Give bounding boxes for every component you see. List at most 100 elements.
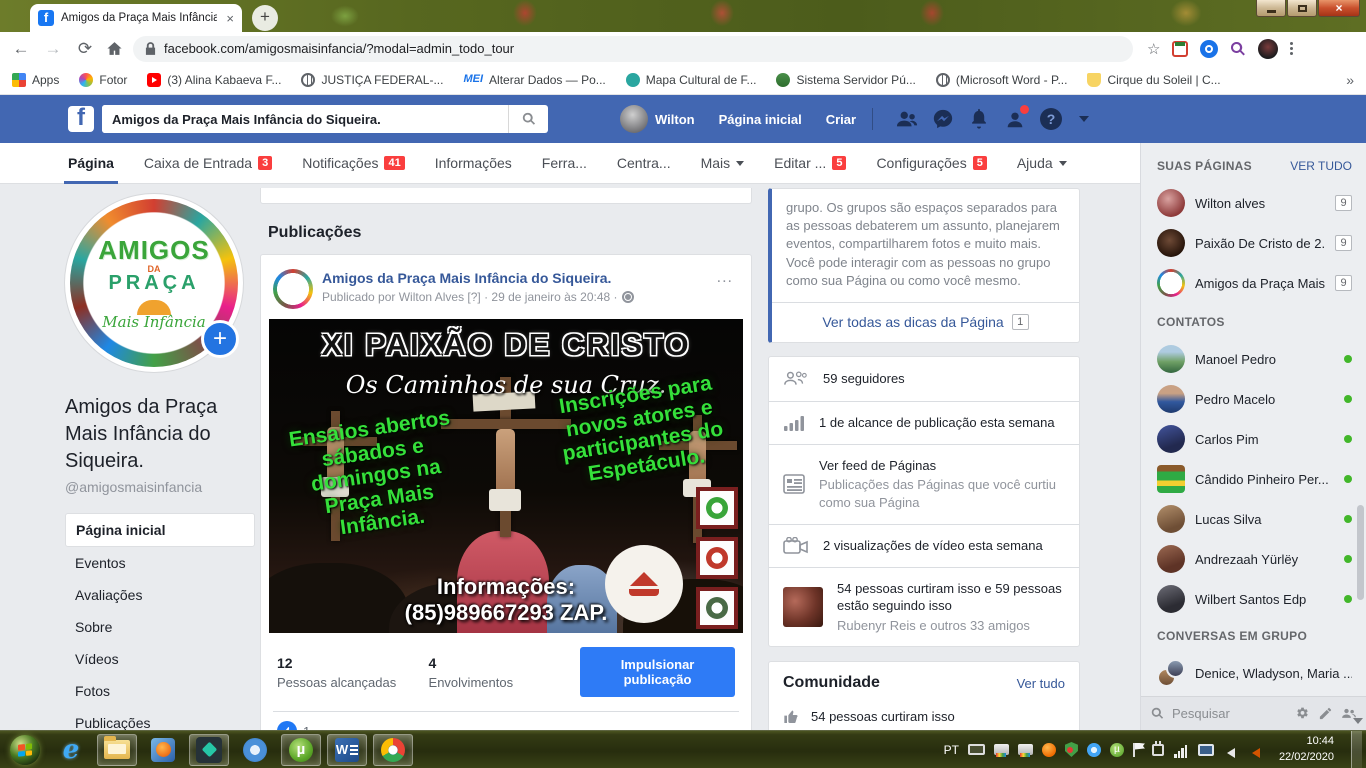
taskbar-filmora[interactable]: [189, 734, 229, 766]
reload-icon[interactable]: ⟳: [74, 39, 96, 59]
contact-item[interactable]: Andrezaah Yürlëy: [1141, 539, 1366, 579]
sidebar-item-sobre[interactable]: Sobre: [65, 611, 255, 643]
taskbar-utorrent[interactable]: µ: [281, 734, 321, 766]
close-button[interactable]: ×: [1318, 0, 1360, 17]
page-profile-picture[interactable]: AMIGOS DA PRAÇA Mais Infância +: [65, 194, 243, 372]
bookmark-fotor[interactable]: Fotor: [79, 73, 127, 87]
sidebar-item-publicacoes[interactable]: Publicações: [65, 707, 255, 730]
tab-pagina[interactable]: Página: [68, 143, 114, 183]
chromium-tray-icon[interactable]: [1087, 743, 1101, 757]
taskbar-internet-explorer[interactable]: e: [51, 734, 91, 766]
tab-mais[interactable]: Mais: [701, 143, 745, 183]
sidebar-page-item[interactable]: Wilton alves 9: [1141, 183, 1366, 223]
like-icon[interactable]: [277, 721, 297, 730]
profile-link[interactable]: Wilton: [620, 105, 695, 133]
utorrent-tray-icon[interactable]: µ: [1110, 743, 1124, 757]
volume-icon[interactable]: [1223, 742, 1239, 758]
taskbar-chromium[interactable]: [235, 734, 275, 766]
bookmarks-overflow-icon[interactable]: »: [1346, 72, 1354, 88]
sidebar-item-eventos[interactable]: Eventos: [65, 547, 255, 579]
post-author-name[interactable]: Amigos da Praça Mais Infância do Siqueir…: [322, 269, 634, 287]
browser-tab[interactable]: f Amigos da Praça Mais Infância d ×: [30, 4, 242, 32]
show-desktop-button[interactable]: [1351, 731, 1362, 768]
contact-item[interactable]: Manoel Pedro: [1141, 339, 1366, 379]
clock[interactable]: 10:44 22/02/2020: [1279, 734, 1334, 766]
likes-follows-row[interactable]: 54 pessoas curtiram isso e 59 pessoas es…: [769, 567, 1079, 647]
extension-icon[interactable]: [1172, 41, 1188, 57]
tab-caixa-de-entrada[interactable]: Caixa de Entrada3: [144, 143, 272, 183]
taskbar-word[interactable]: W: [327, 734, 367, 766]
sidebar-item-avaliacoes[interactable]: Avaliações: [65, 579, 255, 611]
video-views-row[interactable]: 2 visualizações de vídeo esta semana: [769, 524, 1079, 567]
contact-item[interactable]: Lucas Silva: [1141, 499, 1366, 539]
see-all-pages-link[interactable]: VER TUDO: [1290, 159, 1352, 173]
tab-editar[interactable]: Editar ...5: [774, 143, 846, 183]
facebook-search-button[interactable]: [508, 105, 548, 133]
bookmark-mapa[interactable]: Mapa Cultural de F...: [626, 73, 757, 87]
contact-item[interactable]: Wilbert Santos Edp: [1141, 579, 1366, 619]
forward-icon[interactable]: →: [42, 39, 64, 59]
start-button[interactable]: [10, 735, 40, 765]
sidebar-item-fotos[interactable]: Fotos: [65, 675, 255, 707]
keyboard-icon[interactable]: [968, 744, 985, 755]
new-message-icon[interactable]: [1318, 706, 1333, 721]
add-story-button[interactable]: +: [201, 320, 239, 358]
power-plug-icon[interactable]: [1152, 744, 1164, 756]
antivirus-shield-icon[interactable]: [1065, 742, 1078, 757]
display-icon[interactable]: [1198, 744, 1214, 756]
home-icon[interactable]: [106, 40, 123, 57]
tab-notificacoes[interactable]: Notificações41: [302, 143, 405, 183]
bookmark-sistema[interactable]: Sistema Servidor Pú...: [776, 73, 915, 87]
minimize-button[interactable]: [1256, 0, 1286, 17]
search-extension-icon[interactable]: [1200, 40, 1218, 58]
browser-menu-icon[interactable]: [1290, 42, 1293, 55]
group-conversation-item[interactable]: Denice, Wladyson, Maria ...: [1141, 653, 1366, 693]
bookmark-youtube[interactable]: (3) Alina Kabaeva F...: [147, 73, 281, 87]
volume-mixer-icon[interactable]: [1248, 742, 1264, 758]
gear-icon[interactable]: [1295, 706, 1310, 721]
bookmark-justica[interactable]: JUSTIÇA FEDERAL-...: [301, 73, 443, 87]
tab-configuracoes[interactable]: Configurações5: [876, 143, 986, 183]
taskbar-chrome[interactable]: [373, 734, 413, 766]
tab-ajuda[interactable]: Ajuda: [1017, 143, 1067, 183]
printer-icon[interactable]: [1018, 744, 1033, 755]
taskbar-file-explorer[interactable]: [97, 734, 137, 766]
profile-avatar[interactable]: [1258, 39, 1278, 59]
avast-icon[interactable]: [1042, 743, 1056, 757]
bookmark-word[interactable]: (Microsoft Word - P...: [936, 73, 1068, 87]
tab-ferramentas[interactable]: Ferra...: [542, 143, 587, 183]
tips-link-row[interactable]: Ver todas as dicas da Página 1: [772, 302, 1079, 342]
language-indicator[interactable]: PT: [944, 743, 959, 757]
url-bar[interactable]: facebook.com/amigosmaisinfancia/?modal=a…: [133, 36, 1133, 62]
bookmark-mei[interactable]: MEIAlterar Dados — Po...: [463, 73, 605, 87]
reach-row[interactable]: 1 de alcance de publicação esta semana: [769, 401, 1079, 444]
sidebar-item-videos[interactable]: Vídeos: [65, 643, 255, 675]
contact-item[interactable]: Pedro Macelo: [1141, 379, 1366, 419]
contacts-search-input[interactable]: [1172, 706, 1287, 721]
boost-post-button[interactable]: Impulsionar publicação: [580, 647, 735, 697]
community-see-all-link[interactable]: Ver tudo: [1017, 676, 1065, 691]
new-tab-button[interactable]: +: [252, 5, 278, 31]
notifications-bell-icon[interactable]: [962, 102, 996, 136]
chevron-down-icon[interactable]: [1353, 718, 1363, 724]
sidebar-scrollbar[interactable]: [1357, 505, 1364, 600]
bookmark-cirque[interactable]: Cirque du Soleil | C...: [1087, 73, 1220, 87]
printer-icon[interactable]: [994, 744, 1009, 755]
maximize-button[interactable]: [1287, 0, 1317, 17]
friend-requests-icon[interactable]: [890, 102, 924, 136]
contact-item[interactable]: Cândido Pinheiro Per...: [1141, 459, 1366, 499]
help-icon[interactable]: ?: [1034, 102, 1068, 136]
sidebar-page-item[interactable]: Amigos da Praça Mais... 9: [1141, 263, 1366, 303]
sidebar-page-item[interactable]: Paixão De Cristo de 2... 9: [1141, 223, 1366, 263]
post-image[interactable]: XI PAIXÃO DE CRISTO Os Caminhos de sua C…: [269, 319, 743, 633]
post-menu-icon[interactable]: ...: [711, 269, 739, 287]
bookmark-star-icon[interactable]: ☆: [1147, 40, 1160, 58]
page-name[interactable]: Amigos da Praça Mais Infância do Siqueir…: [65, 394, 255, 475]
facebook-search-input[interactable]: [102, 105, 508, 133]
pages-feed-icon[interactable]: [998, 102, 1032, 136]
network-signal-icon[interactable]: [1173, 742, 1189, 758]
create-link[interactable]: Criar: [826, 112, 856, 127]
bookmark-apps[interactable]: Apps: [12, 73, 59, 87]
messenger-icon[interactable]: [926, 102, 960, 136]
sidebar-item-pagina-inicial[interactable]: Página inicial: [65, 513, 255, 547]
